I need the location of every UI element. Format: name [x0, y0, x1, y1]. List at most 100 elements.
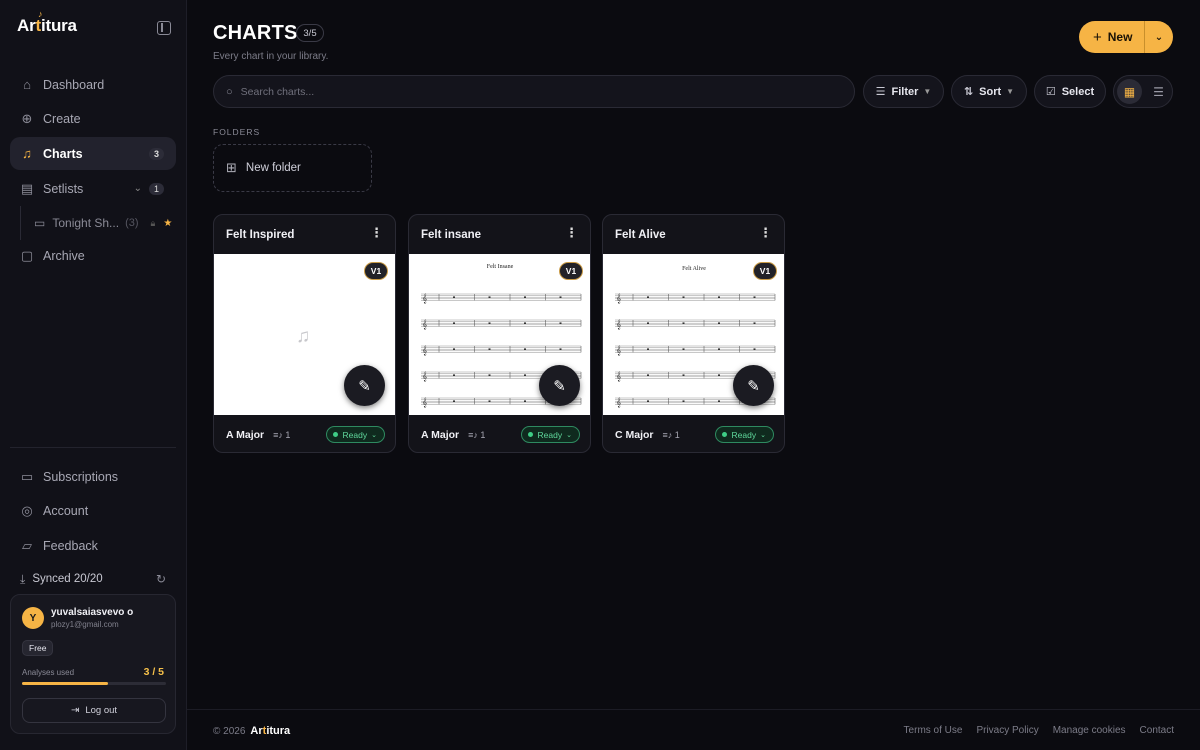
select-button[interactable]: ☑ Select	[1034, 75, 1106, 108]
new-button-main[interactable]: + New	[1079, 21, 1145, 53]
filter-button[interactable]: ☰ Filter ▼	[863, 75, 944, 108]
slash-note	[753, 296, 756, 298]
more-vertical-icon[interactable]: ⋮	[759, 226, 772, 239]
edit-chart-button[interactable]: ✎	[733, 365, 774, 406]
new-folder-button[interactable]: ⊞ New folder	[213, 144, 372, 192]
status-badge[interactable]: Ready ⌄	[325, 426, 385, 443]
status-label: Ready	[731, 429, 757, 440]
search-input[interactable]	[240, 85, 801, 98]
more-vertical-icon[interactable]: ⋮	[565, 226, 578, 239]
status-dot	[332, 432, 338, 437]
footer-link-cookies[interactable]: Manage cookies	[1053, 725, 1126, 736]
setlist-item-label: Tonight Sh...	[52, 216, 120, 230]
slash-note	[718, 400, 720, 402]
chart-preview[interactable]: Felt Alive 𝄞 𝄞 𝄞 𝄞 𝄞 V1 ✎	[603, 254, 784, 415]
sort-button[interactable]: ⇅ Sort ▼	[951, 75, 1027, 108]
slash-note	[559, 348, 562, 350]
chevron-down-icon: ▼	[923, 87, 932, 96]
folder-icon: ▭	[34, 216, 46, 230]
slash-note	[718, 348, 720, 350]
sync-status: ⤓ Synced 20/20 ↻	[20, 570, 166, 588]
logout-button[interactable]: ⇥ Log out	[22, 698, 166, 723]
card-icon: ▭	[20, 468, 34, 484]
chart-sections: ≡♪ 1	[468, 430, 485, 440]
plus-circle-icon: ⊕	[21, 110, 33, 126]
star-icon[interactable]: ★	[163, 218, 172, 229]
nav-item-archive[interactable]: ▢ Archive	[10, 239, 176, 272]
chart-sections-count: 1	[285, 429, 291, 440]
slash-note	[524, 322, 526, 324]
edit-chart-button[interactable]: ✎	[539, 365, 580, 406]
chart-card[interactable]: Felt Alive ⋮ Felt Alive 𝄞 𝄞 𝄞 𝄞 𝄞 V1 ✎ C Maj…	[602, 214, 785, 453]
slash-note	[647, 322, 649, 324]
chart-sections: ≡♪ 1	[273, 430, 290, 440]
nav-item-account[interactable]: ◎ Account	[10, 494, 176, 527]
slash-note	[453, 296, 455, 298]
avatar[interactable]: Y	[22, 607, 44, 629]
slash-note	[453, 374, 455, 376]
filter-label: Filter	[891, 85, 919, 98]
nav-item-setlists[interactable]: ▤ Setlists ⌄ 1	[10, 172, 176, 205]
nav-count-badge: 3	[148, 147, 164, 160]
chart-key: C Major	[615, 428, 654, 441]
nav-item-subscriptions[interactable]: ▭ Subscriptions	[10, 460, 176, 493]
nav-label: Setlists	[43, 181, 84, 196]
sidebar-collapse-icon[interactable]	[157, 21, 171, 35]
chart-card[interactable]: Felt Inspired ⋮ ♫ V1 ✎ A Major ≡♪ 1 Read…	[213, 214, 396, 453]
nav-item-charts[interactable]: ♫ Charts 3	[10, 137, 176, 170]
nav-item-create[interactable]: ⊕ Create	[10, 102, 176, 135]
copyright-text: © 2026	[213, 725, 246, 737]
footer-link-contact[interactable]: Contact	[1140, 725, 1174, 736]
footer-link-privacy[interactable]: Privacy Policy	[976, 725, 1038, 736]
pencil-icon: ✎	[747, 377, 760, 395]
chevron-down-icon[interactable]: ⌄	[134, 183, 142, 194]
nav-label: Create	[43, 111, 81, 126]
status-badge[interactable]: Ready ⌄	[520, 426, 580, 443]
slash-note	[682, 296, 685, 298]
setlist-item-tonight[interactable]: ▭ Tonight Sh... (3) 🔒︎ ★	[34, 212, 176, 234]
treble-clef: 𝄞	[616, 371, 621, 382]
nav-label: Archive	[43, 248, 85, 263]
nav-label: Feedback	[43, 538, 98, 553]
footer-link-terms[interactable]: Terms of Use	[904, 725, 963, 736]
list-view-icon[interactable]: ☰	[1146, 79, 1171, 104]
slash-note	[559, 296, 562, 298]
slash-note	[718, 374, 720, 376]
slash-note	[488, 374, 491, 376]
grid-view-icon[interactable]: ▦	[1117, 79, 1142, 104]
nav-item-dashboard[interactable]: ⌂ Dashboard	[10, 68, 176, 101]
slash-note	[682, 400, 685, 402]
slash-note	[559, 322, 562, 324]
user-circle-icon: ◎	[21, 502, 33, 518]
chart-card[interactable]: Felt insane ⋮ Felt Insane 𝄞 𝄞 𝄞 𝄞 𝄞 V1 ✎ A M…	[408, 214, 591, 453]
chart-preview[interactable]: ♫ V1 ✎	[214, 254, 395, 415]
slash-note	[718, 322, 720, 324]
list-music-icon: ≡♪	[273, 429, 286, 440]
chart-card-footer: C Major ≡♪ 1 Ready ⌄	[603, 415, 784, 452]
chevron-down-icon[interactable]: ⌄	[1145, 32, 1173, 43]
slash-note	[647, 296, 649, 298]
footer-brand-logo[interactable]: Artitura	[250, 725, 290, 737]
chevron-down-icon: ⌄	[760, 431, 766, 439]
brand-logo[interactable]: ♪ Artitura	[17, 9, 77, 36]
sheet-title: Felt Insane	[487, 264, 514, 270]
footer-links: Terms of Use Privacy Policy Manage cooki…	[890, 725, 1174, 736]
refresh-icon[interactable]: ↻	[156, 572, 166, 586]
chart-preview[interactable]: Felt Insane 𝄞 𝄞 𝄞 𝄞 𝄞 V1 ✎	[409, 254, 590, 415]
view-toggle: ▦ ☰	[1113, 75, 1173, 108]
logout-label: Log out	[85, 705, 118, 716]
footer: © 2026 Artitura Terms of Use Privacy Pol…	[187, 709, 1200, 750]
edit-chart-button[interactable]: ✎	[344, 365, 385, 406]
treble-clef: 𝄞	[422, 371, 427, 382]
plus-icon: +	[1093, 28, 1102, 46]
chart-sections: ≡♪ 1	[663, 430, 680, 440]
more-vertical-icon[interactable]: ⋮	[370, 226, 383, 239]
new-chart-button[interactable]: + New ⌄	[1079, 21, 1173, 53]
select-label: Select	[1061, 85, 1095, 98]
chat-icon: ▱	[22, 537, 32, 553]
nav-item-feedback[interactable]: ▱ Feedback	[10, 529, 176, 562]
slash-note	[488, 348, 491, 350]
sidebar-divider	[10, 447, 176, 448]
status-badge[interactable]: Ready ⌄	[714, 426, 774, 443]
brand-name-suffix: itura	[266, 725, 291, 737]
